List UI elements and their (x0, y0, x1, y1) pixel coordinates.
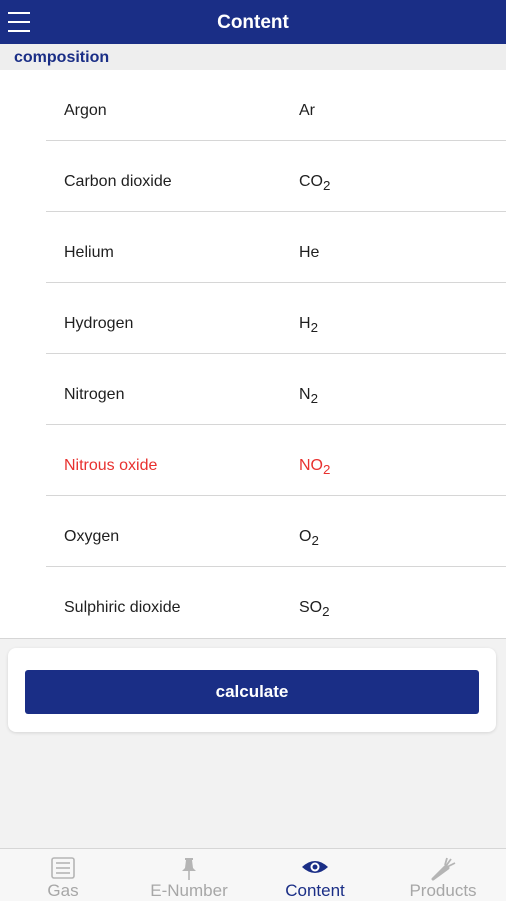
section-title: composition (14, 49, 110, 66)
gas-name: Sulphiric dioxide (64, 599, 181, 616)
gas-formula: He (299, 244, 320, 261)
carrot-icon (431, 857, 456, 881)
gas-row-sulphiric-dioxide[interactable]: Sulphiric dioxide SO2 (0, 567, 506, 638)
calculate-button[interactable]: calculate (25, 670, 479, 714)
tab-gas[interactable]: Gas (0, 849, 126, 901)
action-card: calculate (8, 648, 496, 732)
gas-row-nitrogen[interactable]: Nitrogen N2 (0, 354, 506, 425)
gas-row-oxygen[interactable]: Oxygen O2 (0, 496, 506, 567)
gas-name: Oxygen (64, 528, 120, 545)
gas-row-hydrogen[interactable]: Hydrogen H2 (0, 283, 506, 354)
gas-name: Argon (64, 102, 107, 119)
gas-formula: SO2 (299, 599, 330, 620)
gas-name: Nitrous oxide (64, 457, 158, 474)
gas-formula: O2 (299, 528, 319, 549)
gas-list: Argon Ar Carbon dioxide CO2 Helium He Hy… (0, 70, 506, 638)
gas-row-nitrous-oxide[interactable]: Nitrous oxide NO2 (0, 425, 506, 496)
pin-icon (182, 858, 196, 880)
bottom-tab-bar: Gas E-Number Content Products (0, 848, 506, 901)
gas-row-carbon-dioxide[interactable]: Carbon dioxide CO2 (0, 141, 506, 212)
gas-name: Helium (64, 244, 114, 261)
tab-e-number[interactable]: E-Number (126, 849, 252, 901)
page-title: Content (217, 12, 289, 33)
gas-name: Nitrogen (64, 386, 125, 403)
gas-name: Hydrogen (64, 315, 134, 332)
tab-label: E-Number (150, 881, 228, 900)
gas-formula: N2 (299, 386, 318, 407)
tab-products[interactable]: Products (380, 849, 506, 901)
section-header: composition (0, 44, 506, 70)
gas-formula: CO2 (299, 173, 331, 194)
tab-content[interactable]: Content (252, 849, 378, 901)
gas-formula: H2 (299, 315, 318, 336)
list-icon (51, 857, 75, 879)
gas-formula: Ar (299, 102, 315, 119)
gas-formula: NO2 (299, 457, 331, 478)
eye-icon (302, 861, 328, 873)
tab-label: Gas (47, 881, 79, 900)
tab-label: Content (285, 881, 345, 900)
tab-label: Products (409, 881, 477, 900)
gas-row-argon[interactable]: Argon Ar (0, 70, 506, 141)
gas-row-helium[interactable]: Helium He (0, 212, 506, 283)
gas-name: Carbon dioxide (64, 173, 172, 190)
top-app-bar: Content (0, 0, 506, 44)
list-bottom-divider (0, 638, 506, 639)
